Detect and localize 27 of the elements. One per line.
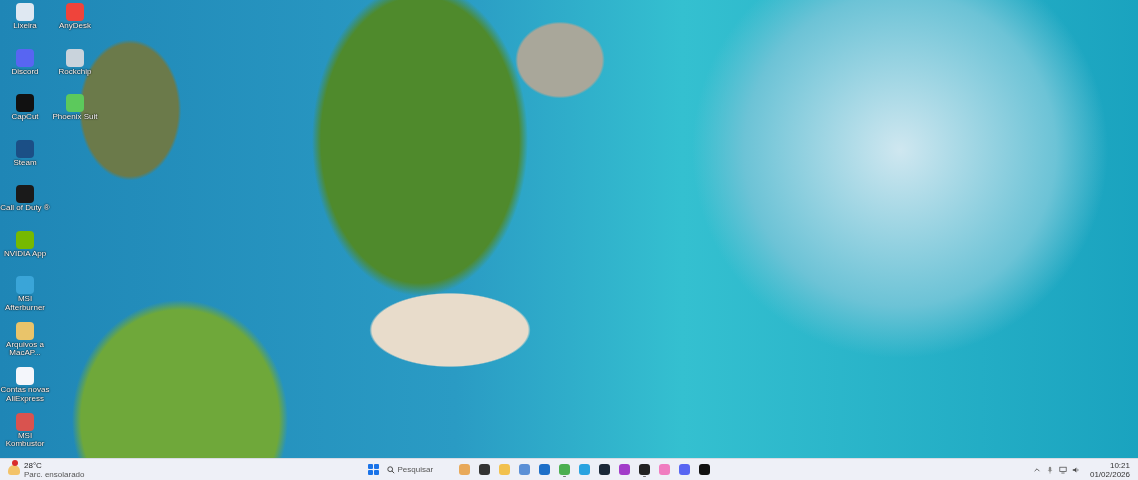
desktop-shortcut[interactable]: AnyDesk [50, 2, 100, 31]
weather-icon [8, 464, 20, 475]
weather-widget[interactable]: 28°C Parc. ensolarado [8, 460, 85, 479]
desktop-shortcut[interactable]: CapCut [0, 93, 50, 122]
desktop-shortcut[interactable]: Contas novas AliExpress [0, 366, 50, 403]
search-icon [386, 465, 395, 474]
desktop-shortcut[interactable]: NVIDIA App [0, 229, 50, 258]
chevron-up-icon[interactable] [1032, 465, 1041, 474]
search-field[interactable]: Pesquisar [386, 465, 451, 474]
start-icon[interactable] [367, 464, 379, 475]
temperature: 28°C [24, 460, 43, 470]
desktop-shortcut[interactable]: Lixeira [0, 2, 50, 31]
microphone-icon[interactable] [1045, 465, 1054, 474]
desktop-shortcut[interactable]: Discord [0, 47, 50, 76]
desktop-shortcut[interactable]: Arquivos a MacAP... [0, 320, 50, 358]
speaker-icon[interactable] [1071, 465, 1080, 474]
clock[interactable]: 10:21 01/02/2026 [1089, 460, 1130, 479]
weather-condition: Parc. ensolarado [24, 469, 85, 479]
desktop-shortcut[interactable]: Phoenix Suit [50, 93, 100, 122]
monitor-icon[interactable] [1058, 465, 1067, 474]
desktop-shortcut[interactable]: MSI Kombustor [0, 411, 50, 449]
desktop-shortcut[interactable]: Rockchip [50, 47, 100, 76]
date-text: 01/02/2026 [1089, 469, 1130, 479]
time-text: 10:21 [1109, 460, 1130, 470]
desktop-shortcut[interactable]: MSI Afterburner [0, 275, 50, 312]
desktop-shortcut[interactable]: Steam [0, 138, 50, 167]
desktop-shortcut[interactable]: Call of Duty ® [0, 184, 50, 213]
